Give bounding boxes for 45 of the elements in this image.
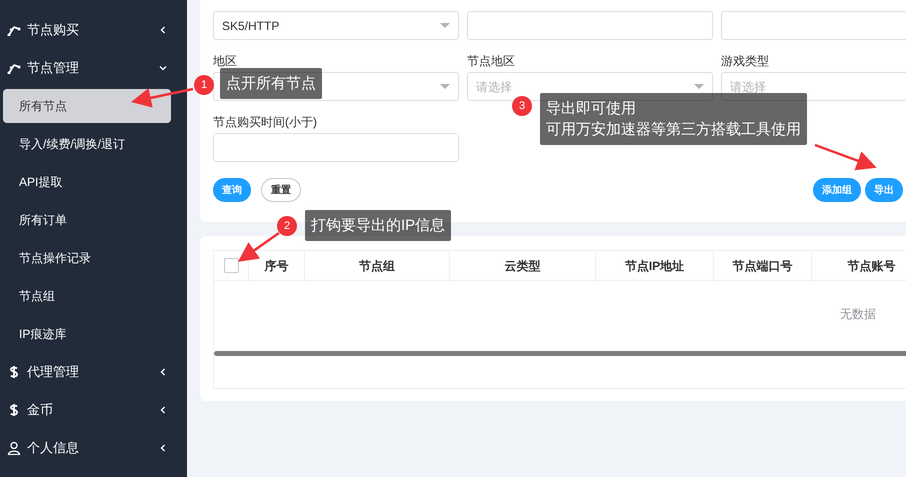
group-label[interactable]: 金币: [27, 400, 159, 420]
step-badge: 1: [194, 75, 214, 95]
select-field[interactable]: SK5/HTTP: [213, 11, 459, 40]
group-label[interactable]: 节点管理: [27, 58, 159, 78]
sidebar-item[interactable]: IP痕迹库: [3, 317, 171, 351]
arrow: [814, 144, 877, 170]
sidebar-item[interactable]: 节点组: [3, 279, 171, 313]
sidebar-item[interactable]: 导入/续费/调换/退订: [3, 127, 171, 161]
sidebar-item[interactable]: 所有节点: [3, 89, 171, 123]
group-label[interactable]: 节点购买: [27, 20, 159, 40]
user-icon: [7, 441, 21, 455]
group-label[interactable]: 代理管理: [27, 362, 159, 382]
callout-tooltip: 打钩要导出的IP信息: [305, 210, 452, 241]
column-header: 节点端口号: [714, 251, 812, 280]
column-header: 云类型: [450, 251, 596, 280]
sidebar-item[interactable]: API提取: [3, 165, 171, 199]
sidebar-item[interactable]: 所有订单: [3, 203, 171, 237]
branch-icon: [7, 24, 21, 36]
dollar-icon: [9, 403, 19, 417]
dollar-icon: [9, 365, 19, 379]
callout-tooltip: 导出即可使用 可用万安加速器等第三方搭载工具使用: [540, 93, 807, 145]
input-field[interactable]: [721, 11, 906, 40]
action-button[interactable]: 重置: [261, 178, 301, 202]
group-label[interactable]: 个人信息: [27, 438, 159, 458]
field-label: 节点地区: [467, 53, 516, 66]
field-label: 节点购买时间(小于): [213, 114, 318, 127]
field-label: 地区: [213, 53, 238, 66]
column-header: 节点IP地址: [596, 251, 714, 280]
callout-tooltip: 点开所有节点: [220, 68, 322, 99]
empty-text: 无数据: [840, 306, 876, 323]
caret-icon: [440, 22, 450, 28]
column-header: 节点账号: [812, 251, 906, 280]
sidebar-item[interactable]: 节点操作记录: [3, 241, 171, 275]
branch-icon: [7, 62, 21, 74]
checkbox[interactable]: [224, 258, 238, 273]
caret-icon: [694, 84, 704, 90]
column-header: 序号: [249, 251, 305, 280]
input-field[interactable]: [213, 133, 459, 162]
field-label: 游戏类型: [721, 53, 770, 66]
scrollbar[interactable]: [214, 351, 906, 356]
select-field[interactable]: [213, 72, 459, 101]
caret-icon: [440, 84, 450, 90]
column-header: 节点组: [305, 251, 450, 280]
arrow: [131, 88, 194, 108]
input-field[interactable]: [467, 11, 713, 40]
